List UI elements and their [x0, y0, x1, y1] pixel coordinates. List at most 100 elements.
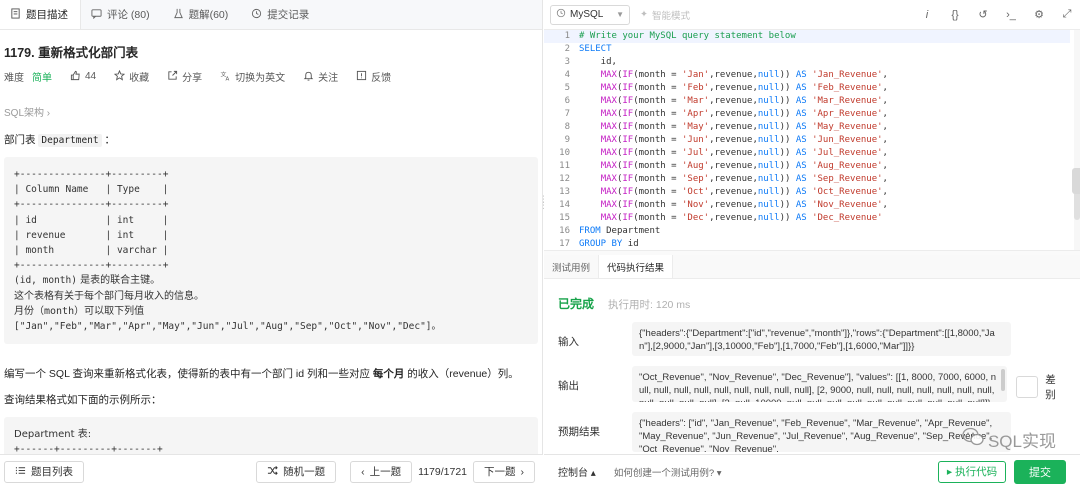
code-token: IF: [622, 70, 634, 80]
shuffle-icon: [267, 465, 278, 479]
problem-list-button[interactable]: 题目列表: [4, 460, 84, 483]
reset-icon[interactable]: ↺: [976, 8, 990, 21]
tab-submissions[interactable]: 提交记录: [241, 0, 322, 29]
input-value: {"headers":{"Department":["id","revenue"…: [632, 322, 1011, 356]
editor-pane: MySQL ▼ ✦ 智能模式 i {} ↺ ›_ ⚙ ⤢ 1 # Write yo…: [544, 0, 1080, 488]
line-number: 3: [564, 57, 570, 67]
code-token: )): [779, 174, 796, 184]
code-line[interactable]: 13 MAX(IF(month = 'Oct',revenue,null)) A…: [544, 186, 1070, 199]
collect-button[interactable]: 收藏: [113, 69, 150, 84]
run-code-label: 执行代码: [955, 466, 998, 478]
code-line[interactable]: 4 MAX(IF(month = 'Jan',revenue,null)) AS…: [544, 69, 1070, 82]
code-token: 'Feb': [682, 83, 710, 93]
line-number: 14: [559, 200, 570, 210]
topic-tag[interactable]: SQL架构 ›: [4, 104, 538, 119]
code-token: MAX: [600, 213, 617, 223]
follow-button[interactable]: 关注: [303, 69, 338, 84]
code-token: 'Mar': [682, 96, 710, 106]
fullscreen-icon[interactable]: ⤢: [1060, 8, 1074, 21]
language-select[interactable]: MySQL ▼: [550, 4, 630, 25]
code-token: ,revenue,: [709, 83, 758, 93]
tab-description[interactable]: 题目描述: [0, 0, 81, 29]
code-token: IF: [622, 122, 634, 132]
code-token: )): [779, 83, 796, 93]
tab-comments[interactable]: 评论 (80): [81, 0, 163, 29]
schema-line: +---------------+---------+: [14, 199, 169, 211]
output-row: 输出 "Oct_Revenue", "Nov_Revenue", "Dec_Re…: [558, 366, 1066, 402]
submit-button[interactable]: 提交: [1014, 459, 1066, 484]
tab-testcase[interactable]: 测试用例: [544, 255, 598, 278]
share-button[interactable]: 分享: [167, 69, 202, 84]
tab-label: 题目描述: [26, 9, 68, 21]
terminal-icon[interactable]: ›_: [1004, 9, 1018, 21]
code-line[interactable]: 11 MAX(IF(month = 'Aug',revenue,null)) A…: [544, 160, 1070, 173]
code-line[interactable]: 3 id,: [544, 56, 1070, 69]
prev-problem-button[interactable]: ‹ 上一题: [350, 460, 413, 483]
like-button[interactable]: 44: [70, 70, 96, 84]
tab-solutions[interactable]: 题解(60): [163, 0, 242, 29]
code-token: (month =: [633, 213, 682, 223]
smart-mode-toggle[interactable]: ✦ 智能模式: [640, 8, 690, 22]
code-line[interactable]: 7 MAX(IF(month = 'Apr',revenue,null)) AS…: [544, 108, 1070, 121]
switch-language-button[interactable]: 文A 切换为英文: [220, 69, 286, 84]
code-line[interactable]: 16 FROM Department: [544, 225, 1070, 238]
code-text: MAX(IF(month = 'Dec',revenue,null)) AS '…: [570, 212, 883, 225]
schema-note-2: 这个表格有关于每个部门每月收入的信息。: [14, 290, 204, 302]
code-editor[interactable]: 1 # Write your MySQL query statement belo…: [544, 30, 1070, 250]
code-token: null: [757, 109, 780, 119]
code-token: AS: [795, 109, 807, 119]
code-line[interactable]: 1 # Write your MySQL query statement belo…: [544, 30, 1070, 43]
bell-icon: [303, 70, 314, 84]
code-token: 'Mar_Revenue': [812, 96, 883, 106]
code-token: 'May_Revenue': [812, 122, 883, 132]
code-token: 'Jan': [682, 70, 710, 80]
tab-run-result[interactable]: 代码执行结果: [598, 255, 674, 278]
next-problem-button[interactable]: 下一题 ›: [473, 460, 535, 483]
code-line[interactable]: 2 SELECT: [544, 43, 1070, 56]
code-line[interactable]: 8 MAX(IF(month = 'May',revenue,null)) AS…: [544, 121, 1070, 134]
code-line[interactable]: 17 GROUP BY id: [544, 238, 1070, 250]
code-line[interactable]: 12 MAX(IF(month = 'Sep',revenue,null)) A…: [544, 173, 1070, 186]
code-line[interactable]: 10 MAX(IF(month = 'Jul',revenue,null)) A…: [544, 147, 1070, 160]
code-text: MAX(IF(month = 'Nov',revenue,null)) AS '…: [570, 199, 888, 212]
code-token: # Write your MySQL query statement below: [579, 31, 796, 41]
output-scrollbar[interactable]: [1001, 369, 1006, 391]
code-token: id: [622, 239, 639, 249]
code-line[interactable]: 5 MAX(IF(month = 'Feb',revenue,null)) AS…: [544, 82, 1070, 95]
example-title: Department 表:: [14, 429, 92, 441]
code-line[interactable]: 6 MAX(IF(month = 'Mar',revenue,null)) AS…: [544, 95, 1070, 108]
code-token: (month =: [633, 187, 682, 197]
random-problem-label: 随机一题: [283, 466, 326, 478]
next-problem-label: 下一题: [484, 466, 516, 478]
feedback-button[interactable]: 反馈: [356, 69, 391, 84]
code-line[interactable]: 14 MAX(IF(month = 'Nov',revenue,null)) A…: [544, 199, 1070, 212]
line-number: 13: [559, 187, 570, 197]
diff-toggle[interactable]: [1016, 376, 1039, 398]
random-problem-button[interactable]: 随机一题: [256, 460, 337, 483]
editor-toolbar: MySQL ▼ ✦ 智能模式 i {} ↺ ›_ ⚙ ⤢: [544, 0, 1080, 30]
testcase-help-link[interactable]: 如何创建一个测试用例? ▾: [614, 465, 722, 479]
code-token: null: [757, 122, 780, 132]
settings-icon[interactable]: ⚙: [1032, 8, 1046, 21]
star-icon: [113, 69, 126, 84]
braces-icon[interactable]: {}: [948, 9, 962, 21]
schema-note-text: 是表的联合主键。: [76, 275, 161, 287]
code-line[interactable]: 9 MAX(IF(month = 'Jun',revenue,null)) AS…: [544, 134, 1070, 147]
editor-scrollbar[interactable]: [1074, 30, 1080, 250]
run-code-button[interactable]: ▸ 执行代码: [938, 460, 1006, 483]
info-icon[interactable]: i: [920, 9, 934, 21]
code-line[interactable]: 15 MAX(IF(month = 'Dec',revenue,null)) A…: [544, 212, 1070, 225]
code-token: )): [779, 213, 796, 223]
collect-label: 收藏: [129, 73, 150, 84]
switch-language-label: 切换为英文: [235, 73, 286, 84]
schema-note-1: (id, month) 是表的联合主键。: [14, 273, 528, 288]
code-token: AS: [795, 161, 807, 171]
chevron-right-icon: ›: [520, 465, 525, 478]
code-text: FROM Department: [570, 225, 660, 238]
follow-label: 关注: [318, 73, 339, 84]
console-toggle[interactable]: 控制台 ▴: [558, 464, 596, 479]
side-panel-handle[interactable]: [1072, 168, 1080, 194]
code-text: SELECT: [570, 43, 612, 56]
